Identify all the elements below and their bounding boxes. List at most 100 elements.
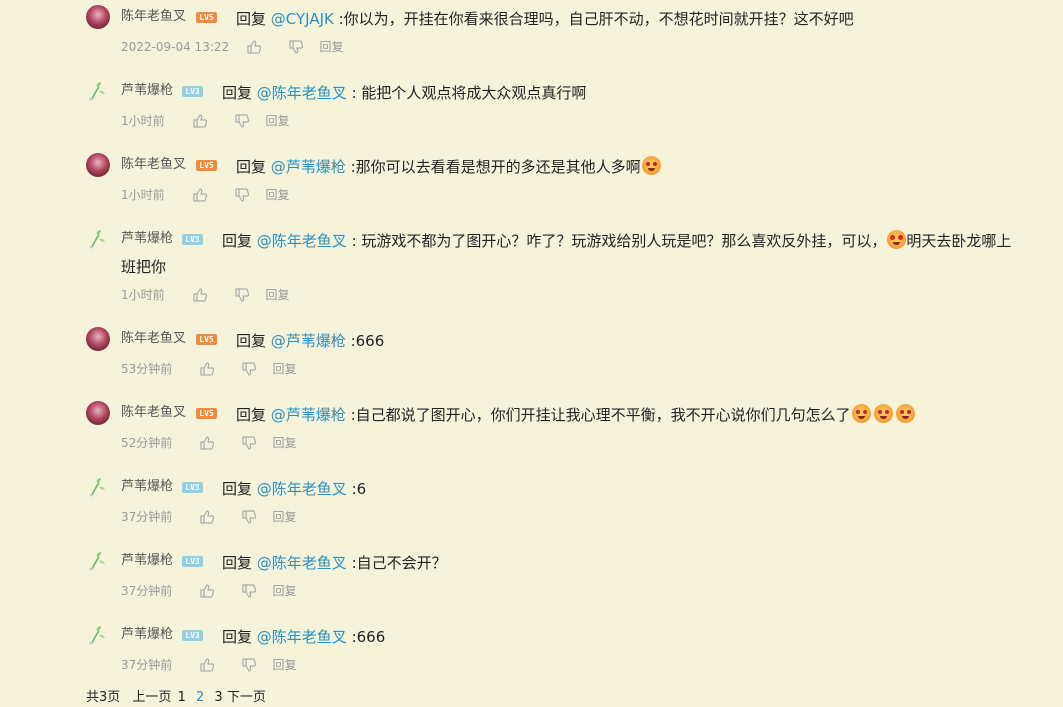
reply-content: 回复 @芦苇爆枪 :自己都说了图开心，你们开挂让我心理不平衡，我不开心说你们几句… bbox=[236, 402, 915, 428]
reply-meta: 52分钟前 回复 bbox=[121, 434, 297, 450]
username[interactable]: 芦苇爆枪 bbox=[121, 478, 173, 496]
level-badge: LV5 bbox=[196, 408, 217, 419]
mention-link[interactable]: @陈年老鱼叉 bbox=[257, 554, 347, 572]
thumbs-down-icon[interactable] bbox=[241, 361, 257, 377]
thumbs-down-icon[interactable] bbox=[234, 187, 250, 203]
avatar[interactable] bbox=[86, 227, 110, 251]
reply-meta: 1小时前 回复 bbox=[121, 286, 290, 302]
thumbs-up-icon[interactable] bbox=[199, 361, 215, 377]
username[interactable]: 芦苇爆枪 bbox=[121, 626, 173, 644]
thumbs-down-icon[interactable] bbox=[234, 113, 250, 129]
reply-button[interactable]: 回复 bbox=[272, 657, 296, 673]
emoji-icon bbox=[851, 404, 871, 423]
mention-link[interactable]: @CYJAJK bbox=[271, 10, 334, 28]
mention-link[interactable]: @陈年老鱼叉 bbox=[257, 628, 347, 646]
reply-button[interactable]: 回复 bbox=[265, 113, 289, 129]
reply-content: 回复 @陈年老鱼叉 :6 bbox=[222, 476, 366, 502]
mention-link[interactable]: @陈年老鱼叉 bbox=[257, 232, 347, 250]
username[interactable]: 陈年老鱼叉 bbox=[121, 330, 186, 348]
avatar[interactable] bbox=[86, 475, 110, 499]
reply-text: :666 bbox=[345, 332, 385, 350]
mention-link[interactable]: @芦苇爆枪 bbox=[271, 406, 346, 424]
level-badge: LV3 bbox=[182, 482, 203, 493]
reply-text: : 能把个人观点将成大众观点真行啊 bbox=[346, 84, 587, 102]
timestamp: 37分钟前 bbox=[121, 509, 173, 524]
username[interactable]: 芦苇爆枪 bbox=[121, 230, 173, 248]
mention-link[interactable]: @陈年老鱼叉 bbox=[257, 84, 347, 102]
reply-content: 回复 @芦苇爆枪 :666 bbox=[236, 328, 384, 354]
reply-text: :自己都说了图开心，你们开挂让我心理不平衡，我不开心说你们几句怎么了 bbox=[345, 406, 851, 424]
reply-button[interactable]: 回复 bbox=[265, 287, 289, 303]
username[interactable]: 陈年老鱼叉 bbox=[121, 8, 186, 26]
reply-prefix: 回复 bbox=[236, 332, 271, 350]
reply-text-line2: 班把你 bbox=[121, 258, 167, 276]
reply-text-cont: 明天去卧龙哪上 bbox=[906, 232, 1012, 250]
mention-link[interactable]: @芦苇爆枪 bbox=[271, 332, 346, 350]
level-badge: LV3 bbox=[182, 630, 203, 641]
level-badge: LV5 bbox=[196, 334, 217, 345]
reply-text: :那你可以去看看是想开的多还是其他人多啊 bbox=[345, 158, 641, 176]
mention-link[interactable]: @陈年老鱼叉 bbox=[257, 480, 347, 498]
thumbs-down-icon[interactable] bbox=[288, 39, 304, 55]
avatar[interactable] bbox=[86, 5, 110, 29]
username[interactable]: 芦苇爆枪 bbox=[121, 82, 173, 100]
thumbs-up-icon[interactable] bbox=[192, 187, 208, 203]
level-badge: LV5 bbox=[196, 160, 217, 171]
avatar[interactable] bbox=[86, 79, 110, 103]
username[interactable]: 陈年老鱼叉 bbox=[121, 156, 186, 174]
username[interactable]: 芦苇爆枪 bbox=[121, 552, 173, 570]
emoji-icon bbox=[641, 156, 661, 175]
reply-content-line2: 班把你 bbox=[121, 254, 166, 280]
timestamp: 2022-09-04 13:22 bbox=[121, 39, 230, 54]
level-badge: LV3 bbox=[182, 234, 203, 245]
thumbs-up-icon[interactable] bbox=[199, 509, 215, 525]
mention-link[interactable]: @芦苇爆枪 bbox=[271, 158, 346, 176]
reply-content: 回复 @陈年老鱼叉 : 能把个人观点将成大众观点真行啊 bbox=[222, 80, 586, 106]
reply-meta: 37分钟前 回复 bbox=[121, 508, 297, 524]
prev-page-link[interactable]: 上一页 bbox=[132, 690, 171, 705]
level-badge: LV3 bbox=[182, 556, 203, 567]
reply-prefix: 回复 bbox=[222, 84, 257, 102]
reply-button[interactable]: 回复 bbox=[272, 435, 296, 451]
level-badge: LV5 bbox=[196, 12, 217, 23]
reply-button[interactable]: 回复 bbox=[319, 39, 343, 55]
thumbs-up-icon[interactable] bbox=[199, 583, 215, 599]
username[interactable]: 陈年老鱼叉 bbox=[121, 404, 186, 422]
next-page-link[interactable]: 下一页 bbox=[227, 690, 266, 705]
thumbs-up-icon[interactable] bbox=[199, 657, 215, 673]
thumbs-down-icon[interactable] bbox=[241, 657, 257, 673]
timestamp: 52分钟前 bbox=[121, 435, 173, 450]
avatar[interactable] bbox=[86, 623, 110, 647]
reply-button[interactable]: 回复 bbox=[272, 361, 296, 377]
reply-content: 回复 @陈年老鱼叉 :自己不会开？ bbox=[222, 550, 447, 576]
page-link-3[interactable]: 3 bbox=[214, 690, 222, 705]
reply-button[interactable]: 回复 bbox=[265, 187, 289, 203]
thumbs-up-icon[interactable] bbox=[192, 113, 208, 129]
reply-prefix: 回复 bbox=[236, 158, 271, 176]
thumbs-down-icon[interactable] bbox=[241, 509, 257, 525]
reply-button[interactable]: 回复 bbox=[272, 509, 296, 525]
thumbs-down-icon[interactable] bbox=[241, 435, 257, 451]
reply-text: :6 bbox=[346, 480, 367, 498]
reply-prefix: 回复 bbox=[222, 232, 257, 250]
reply-meta: 37分钟前 回复 bbox=[121, 582, 297, 598]
avatar[interactable] bbox=[86, 549, 110, 573]
reply-prefix: 回复 bbox=[236, 10, 271, 28]
reply-text: :自己不会开？ bbox=[346, 554, 447, 572]
reply-content: 回复 @陈年老鱼叉 :666 bbox=[222, 624, 385, 650]
reply-meta: 37分钟前 回复 bbox=[121, 656, 297, 672]
reply-prefix: 回复 bbox=[236, 406, 271, 424]
page-link-1[interactable]: 1 bbox=[178, 690, 186, 705]
thumbs-up-icon[interactable] bbox=[246, 39, 262, 55]
thumbs-up-icon[interactable] bbox=[192, 287, 208, 303]
thumbs-up-icon[interactable] bbox=[199, 435, 215, 451]
pagination: 共3页 上一页 1 2 3 下一页 bbox=[86, 686, 266, 705]
avatar[interactable] bbox=[86, 153, 110, 177]
avatar[interactable] bbox=[86, 327, 110, 351]
reply-prefix: 回复 bbox=[222, 554, 257, 572]
thumbs-down-icon[interactable] bbox=[241, 583, 257, 599]
thumbs-down-icon[interactable] bbox=[234, 287, 250, 303]
reply-button[interactable]: 回复 bbox=[272, 583, 296, 599]
avatar[interactable] bbox=[86, 401, 110, 425]
reply-text: :666 bbox=[346, 628, 386, 646]
